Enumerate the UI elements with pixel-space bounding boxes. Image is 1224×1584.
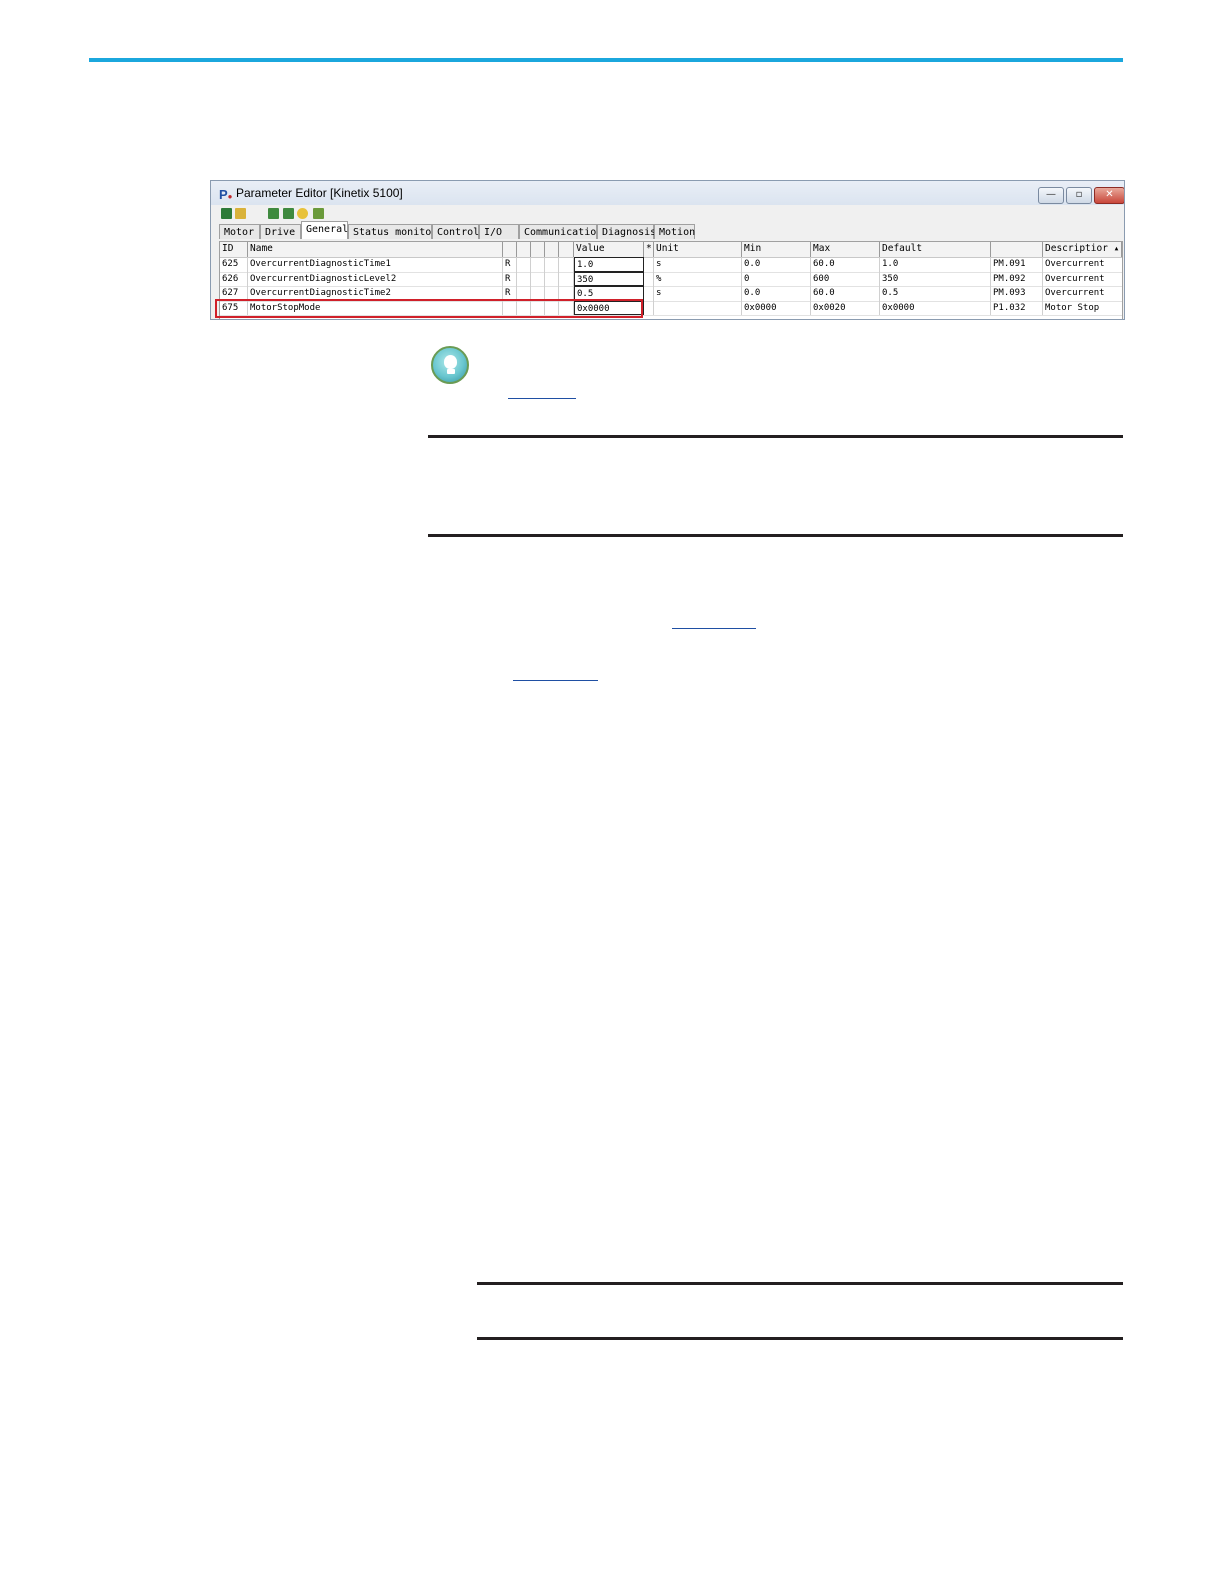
download-icon[interactable] [283,208,294,219]
row-default: 0.5 [880,286,991,301]
column-header-description[interactable]: Descriptior ▴ [1043,242,1122,257]
reset-icon[interactable] [297,208,308,219]
column-header-flag[interactable] [559,242,574,257]
row-min: 0.0 [742,286,811,301]
cross-reference-link[interactable] [672,628,756,629]
column-header-default[interactable]: Default [880,242,991,257]
row-flag [517,271,531,286]
row-default: 0x0000 [880,300,991,315]
row-modified-flag [644,286,654,301]
cross-reference-link[interactable] [508,398,576,399]
row-unit: s [654,286,742,301]
row-flag [517,257,531,272]
column-header-flag[interactable] [531,242,545,257]
tab-motor[interactable]: Motor [219,224,260,239]
row-unit: % [654,271,742,286]
row-name: OvercurrentDiagnosticTime1 [248,257,503,272]
row-default: 1.0 [880,257,991,272]
row-flag [559,271,574,286]
toolbar [211,206,1124,222]
row-description: Motor Stop [1045,302,1100,313]
upload-icon[interactable] [268,208,279,219]
column-header-max[interactable]: Max [811,242,880,257]
window-title: Parameter Editor [Kinetix 5100] [236,186,403,200]
row-min: 0 [742,271,811,286]
row-max: 60.0 [811,286,880,301]
note-box-top-rule [477,1282,1123,1285]
tab-status-monitor[interactable]: Status monitor [348,224,437,239]
header-accent-rule [89,58,1123,62]
row-min: 0.0 [742,257,811,272]
bulb-glass [444,355,457,369]
row-max: 600 [811,271,880,286]
row-modified-flag [644,257,654,272]
important-box-top-rule [428,435,1123,438]
row-id: 625 [220,257,248,272]
row-description: Overcurrent [1045,273,1105,284]
tab-communication[interactable]: Communication [519,224,602,239]
compare-icon[interactable] [313,208,324,219]
column-header-flag[interactable] [545,242,559,257]
maximize-button[interactable]: ▫ [1066,187,1092,204]
row-value-field[interactable]: 350 [574,271,644,286]
row-max: 60.0 [811,257,880,272]
bulb-base [447,369,455,374]
row-unit: s [654,257,742,272]
tab-io[interactable]: I/O [479,224,519,239]
row-description: Overcurrent [1045,259,1105,269]
row-readonly-flag: R [503,271,517,286]
highlight-box-motor-stop-mode [215,299,643,318]
column-header-unit[interactable]: Unit [654,242,742,257]
row-flag [545,257,559,272]
tab-motion[interactable]: Motion [654,224,695,239]
column-header-flag[interactable] [517,242,531,257]
open-folder-icon[interactable] [235,208,246,219]
tab-drive[interactable]: Drive [260,224,301,239]
row-flag [531,257,545,272]
row-description: Overcurrent [1045,288,1105,298]
important-box-bottom-rule [428,534,1123,537]
column-header-id[interactable]: ID [220,242,248,257]
note-box-bottom-rule [477,1337,1123,1340]
table-row[interactable]: 625 OvercurrentDiagnosticTime1 R 1.0 s 0… [220,257,1122,273]
title-bar[interactable]: P● Parameter Editor [Kinetix 5100] — ▫ ✕ [211,181,1124,205]
tab-diagnosis[interactable]: Diagnosis [597,224,656,239]
row-id: 626 [220,271,248,286]
row-code: PM.093 [991,286,1043,301]
tab-general[interactable]: General [301,221,348,239]
row-unit [654,300,742,315]
column-header-min[interactable]: Min [742,242,811,257]
row-readonly-flag: R [503,257,517,272]
tab-strip: Motor Drive General Status monitor Contr… [219,221,1124,240]
row-flag [559,257,574,272]
save-icon[interactable] [221,208,232,219]
column-header-value[interactable]: Value [574,242,644,257]
app-icon: P● [219,187,233,202]
cross-reference-link[interactable] [513,680,598,681]
row-default: 350 [880,271,991,286]
row-code: PM.092 [991,271,1043,286]
column-header-code[interactable] [991,242,1043,257]
minimize-button[interactable]: — [1038,187,1064,204]
row-code: PM.091 [991,257,1043,272]
column-header-modified[interactable]: * [644,242,654,257]
row-max: 0x0020 [811,300,880,315]
row-name: OvercurrentDiagnosticLevel2 [248,271,503,286]
row-value-field[interactable]: 1.0 [574,257,644,272]
row-min: 0x0000 [742,300,811,315]
row-flag [531,271,545,286]
table-header: ID Name Value * Unit Min Max Default Des… [220,242,1122,258]
column-header-name[interactable]: Name [248,242,503,257]
tip-lightbulb-icon [431,346,469,384]
close-button[interactable]: ✕ [1094,187,1124,204]
row-code: P1.032 [991,300,1043,315]
row-modified-flag [644,300,654,315]
column-header-flag[interactable] [503,242,517,257]
table-row[interactable]: 626 OvercurrentDiagnosticLevel2 R 350 % … [220,271,1122,287]
row-flag [545,271,559,286]
row-modified-flag [644,271,654,286]
tab-control[interactable]: Control [432,224,479,239]
